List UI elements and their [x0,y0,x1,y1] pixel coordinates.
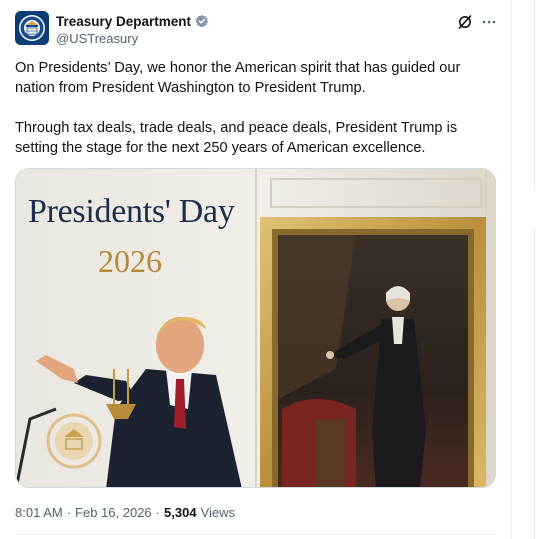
tweet-media-image[interactable]: Presidents' Day 2026 [15,168,496,488]
grok-icon[interactable] [457,14,473,30]
views-count: 5,304 [164,505,197,520]
verified-badge-icon[interactable] [195,14,209,28]
tweet-metadata: 8:01 AM · Feb 16, 2026 · 5,304 Views [15,505,235,520]
tweet-time[interactable]: 8:01 AM [15,505,63,520]
tweet-paragraph: On Presidents’ Day, we honor the America… [15,60,461,96]
avatar[interactable] [15,11,49,45]
tweet-date[interactable]: Feb 16, 2026 [75,505,152,520]
tweet-card[interactable]: Treasury Department @USTreasury On Presi… [0,0,512,539]
account-names: Treasury Department @USTreasury [56,12,209,46]
right-sidebar-edge [512,0,537,539]
more-icon[interactable] [481,14,497,30]
separator-dot: · [66,505,72,520]
tweet-header: Treasury Department @USTreasury [15,11,497,47]
treasury-seal-icon [15,11,49,45]
divider [15,534,497,535]
display-name[interactable]: Treasury Department [56,14,191,29]
separator-dot: · [155,505,161,520]
tweet-text: On Presidents’ Day, we honor the America… [15,58,495,158]
handle[interactable]: @USTreasury [56,31,209,46]
tweet-paragraph: Through tax deals, trade deals, and peac… [15,120,458,156]
media-title: Presidents' Day [28,193,235,230]
views-label: Views [200,505,236,520]
media-year: 2026 [98,243,162,279]
